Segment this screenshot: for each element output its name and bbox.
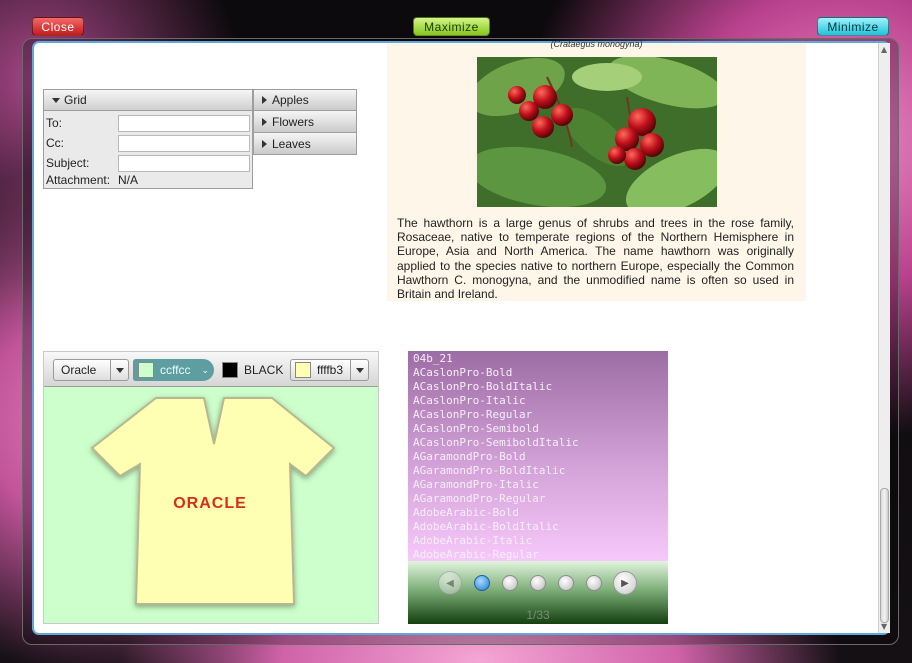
expand-triangle-icon bbox=[262, 96, 267, 104]
mail-form: Grid To: Cc: Subject: Attachment: N/A bbox=[43, 89, 253, 189]
next-page-button[interactable]: ▶ bbox=[613, 571, 637, 595]
font-list-item[interactable]: AdobeArabic-Italic bbox=[413, 534, 668, 548]
tshirt-preview: ORACLE bbox=[90, 397, 336, 605]
background-combo[interactable]: ffffb3 bbox=[290, 359, 369, 381]
attachment-value: N/A bbox=[118, 173, 139, 187]
font-list-item[interactable]: AdobeArabic-Bold bbox=[413, 506, 668, 520]
hawthorn-photo bbox=[477, 57, 717, 207]
form-title-bar[interactable]: Grid bbox=[44, 90, 252, 111]
accordion-item-label: Flowers bbox=[272, 114, 315, 129]
accordion: Apples Flowers Leaves bbox=[253, 89, 357, 155]
font-list-item[interactable]: AGaramondPro-Regular bbox=[413, 492, 668, 506]
accordion-item-apples[interactable]: Apples bbox=[253, 89, 357, 111]
font-list-item[interactable]: ACaslonPro-BoldItalic bbox=[413, 380, 668, 394]
expand-triangle-icon bbox=[262, 139, 267, 148]
shirt-color-swatch bbox=[138, 362, 154, 378]
close-button[interactable]: Close bbox=[32, 17, 84, 36]
font-list-item[interactable]: ACaslonPro-Italic bbox=[413, 394, 668, 408]
page-indicator: 1/33 bbox=[526, 608, 550, 622]
scroll-up-icon[interactable]: ▲ bbox=[881, 45, 887, 54]
page-dot[interactable] bbox=[530, 575, 546, 591]
shirt-color-combo[interactable]: ccffcc ⌄ bbox=[133, 359, 214, 381]
to-label: To: bbox=[46, 116, 63, 130]
font-list-item[interactable]: ACaslonPro-Semibold bbox=[413, 422, 668, 436]
subject-label: Subject: bbox=[46, 156, 90, 170]
font-list-item[interactable]: AGaramondPro-Bold bbox=[413, 450, 668, 464]
page-dot[interactable] bbox=[502, 575, 518, 591]
font-list-item[interactable]: ACaslonPro-SemiboldItalic bbox=[413, 436, 668, 450]
photo-caption: (Crataegus monogyna) bbox=[550, 39, 643, 49]
scrollbar-thumb[interactable] bbox=[880, 488, 889, 623]
tshirt-designer: Oracle ccffcc ⌄ BLACK ffffb3 ORACLE bbox=[43, 351, 379, 624]
font-combo-value: Oracle bbox=[61, 363, 97, 377]
previous-page-button[interactable]: ◀ bbox=[438, 571, 462, 595]
page-dot[interactable] bbox=[474, 575, 490, 591]
collapse-triangle-icon bbox=[52, 97, 60, 103]
text-color-combo[interactable]: BLACK bbox=[218, 359, 286, 381]
text-color-swatch bbox=[222, 362, 238, 378]
font-list-item[interactable]: ACaslonPro-Bold bbox=[413, 366, 668, 380]
vertical-scrollbar[interactable]: ▲ ▼ bbox=[878, 43, 890, 633]
accordion-item-label: Apples bbox=[272, 93, 309, 107]
to-input[interactable] bbox=[118, 115, 250, 132]
hawthorn-article: (Crataegus monogyna) The hawthorn is a l… bbox=[387, 39, 806, 302]
maximize-button[interactable]: Maximize bbox=[413, 17, 490, 36]
expand-triangle-icon bbox=[262, 117, 267, 126]
cc-label: Cc: bbox=[46, 136, 64, 150]
font-list-item[interactable]: 04b_21 bbox=[413, 352, 668, 366]
subject-input[interactable] bbox=[118, 155, 250, 172]
background-swatch bbox=[295, 362, 311, 378]
text-color-value: BLACK bbox=[244, 363, 284, 377]
chevron-down-icon[interactable] bbox=[110, 360, 128, 380]
page-dot[interactable] bbox=[558, 575, 574, 591]
page-dot[interactable] bbox=[586, 575, 602, 591]
accordion-item-flowers[interactable]: Flowers bbox=[253, 111, 357, 133]
shirt-logo-text: ORACLE bbox=[173, 495, 247, 512]
chevron-down-icon[interactable] bbox=[350, 360, 368, 380]
accordion-item-leaves[interactable]: Leaves bbox=[253, 133, 357, 155]
font-list[interactable]: 04b_21 ACaslonPro-Bold ACaslonPro-BoldItal… bbox=[408, 351, 668, 561]
pager: ◀ ▶ 1/33 bbox=[408, 561, 668, 624]
font-list-item[interactable]: AdobeArabic-Regular bbox=[413, 548, 668, 562]
minimize-button[interactable]: Minimize bbox=[817, 17, 889, 36]
font-list-item[interactable]: ACaslonPro-Regular bbox=[413, 408, 668, 422]
font-combo[interactable]: Oracle bbox=[53, 359, 129, 381]
chevron-right-icon: ▶ bbox=[621, 577, 629, 589]
chevron-down-icon[interactable]: ⌄ bbox=[201, 365, 209, 376]
tshirt-toolbar: Oracle ccffcc ⌄ BLACK ffffb3 bbox=[44, 352, 378, 387]
font-list-item[interactable]: AGaramondPro-Italic bbox=[413, 478, 668, 492]
scroll-down-icon[interactable]: ▼ bbox=[881, 622, 887, 631]
form-title: Grid bbox=[64, 93, 87, 107]
article-body: The hawthorn is a large genus of shrubs … bbox=[397, 216, 794, 302]
cc-input[interactable] bbox=[118, 135, 250, 152]
attachment-label: Attachment: bbox=[46, 173, 111, 187]
background-value: ffffb3 bbox=[317, 363, 344, 377]
font-list-panel: 04b_21 ACaslonPro-Bold ACaslonPro-BoldItal… bbox=[408, 351, 668, 624]
accordion-item-label: Leaves bbox=[272, 136, 311, 151]
font-list-item[interactable]: AGaramondPro-BoldItalic bbox=[413, 464, 668, 478]
shirt-color-value: ccffcc bbox=[160, 363, 191, 377]
font-list-item[interactable]: AdobeArabic-BoldItalic bbox=[413, 520, 668, 534]
chevron-left-icon: ◀ bbox=[446, 577, 454, 589]
